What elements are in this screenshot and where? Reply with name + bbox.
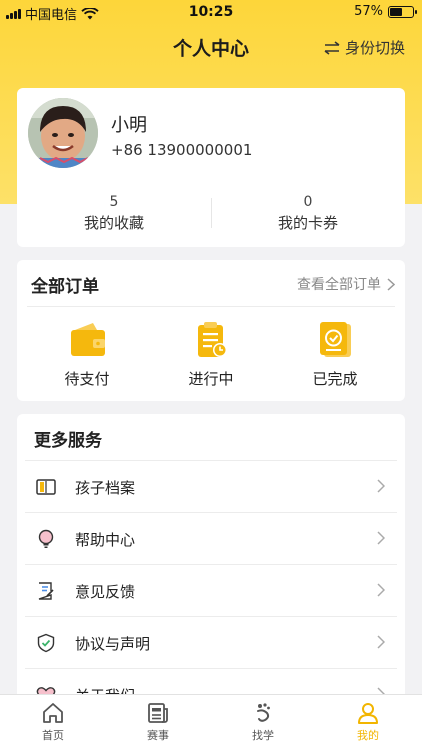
service-child-profile[interactable]: 孩子档案 — [25, 460, 397, 512]
orders-card: 全部订单 查看全部订单 待支付 进行中 已完成 — [17, 260, 405, 401]
tab-events[interactable]: 赛事 — [128, 701, 188, 743]
tab-label: 赛事 — [147, 729, 169, 742]
chevron-right-icon — [377, 635, 385, 649]
folder-icon — [36, 479, 56, 495]
tab-mine[interactable]: 我的 — [338, 701, 398, 743]
news-icon — [148, 703, 168, 723]
status-bar: 中国电信 10:25 57% — [0, 0, 422, 24]
avatar[interactable] — [28, 98, 98, 168]
shield-check-icon — [37, 633, 55, 653]
find-icon — [257, 703, 270, 722]
user-phone: +86 13900000001 — [111, 141, 253, 159]
favorites-count: 5 — [109, 194, 119, 210]
tab-find[interactable]: 找学 — [233, 701, 293, 743]
favorites-label: 我的收藏 — [83, 214, 144, 232]
chevron-right-icon — [387, 277, 395, 291]
service-label: 帮助中心 — [75, 531, 136, 549]
orders-title: 全部订单 — [31, 277, 99, 297]
coupons-stat[interactable]: 0 我的卡券 — [211, 194, 405, 233]
tab-label: 首页 — [42, 729, 64, 742]
lightbulb-icon — [38, 529, 54, 548]
tab-bar: 首页 赛事 找学 我的 — [0, 694, 422, 750]
home-icon — [43, 703, 63, 723]
identity-switch-button[interactable]: 身份切换 — [323, 37, 405, 58]
profile-card: 小明 +86 13900000001 5 我的收藏 0 我的卡券 — [17, 88, 405, 247]
services-card: 更多服务 孩子档案 帮助中心 意见反馈 协议与声明 — [17, 414, 405, 714]
order-in-progress-label: 进行中 — [188, 370, 234, 388]
order-in-progress[interactable]: 进行中 — [156, 320, 266, 389]
chevron-right-icon — [377, 583, 385, 597]
order-completed-label: 已完成 — [312, 370, 358, 388]
view-all-orders-label: 查看全部订单 — [297, 277, 381, 293]
chevron-right-icon — [377, 531, 385, 545]
service-help-center[interactable]: 帮助中心 — [25, 512, 397, 564]
service-label: 协议与声明 — [75, 635, 151, 653]
wallet-icon — [71, 323, 105, 356]
clipboard-clock-icon — [198, 322, 227, 357]
tab-home[interactable]: 首页 — [23, 701, 83, 743]
battery-icon — [388, 5, 417, 18]
order-pending[interactable]: 待支付 — [32, 320, 142, 389]
view-all-orders-link[interactable]: 查看全部订单 — [297, 274, 395, 294]
order-pending-label: 待支付 — [64, 370, 110, 388]
chevron-right-icon — [377, 479, 385, 493]
service-feedback[interactable]: 意见反馈 — [25, 564, 397, 616]
identity-switch-label: 身份切换 — [344, 39, 405, 57]
services-title: 更多服务 — [34, 431, 102, 451]
coupons-count: 0 — [303, 194, 313, 210]
profile-icon — [358, 703, 378, 724]
favorites-stat[interactable]: 5 我的收藏 — [17, 194, 211, 233]
tab-label: 我的 — [357, 729, 379, 742]
feedback-icon — [38, 582, 54, 600]
swap-icon — [324, 40, 340, 55]
divider — [27, 306, 395, 307]
battery-percent: 57% — [354, 4, 383, 19]
order-completed[interactable]: 已完成 — [280, 320, 390, 389]
service-label: 意见反馈 — [75, 583, 136, 601]
service-agreement[interactable]: 协议与声明 — [25, 616, 397, 668]
service-label: 孩子档案 — [75, 479, 136, 497]
coupons-label: 我的卡券 — [277, 214, 338, 232]
user-name: 小明 — [111, 115, 147, 136]
tab-label: 找学 — [252, 729, 274, 742]
clipboard-check-icon — [320, 322, 351, 357]
